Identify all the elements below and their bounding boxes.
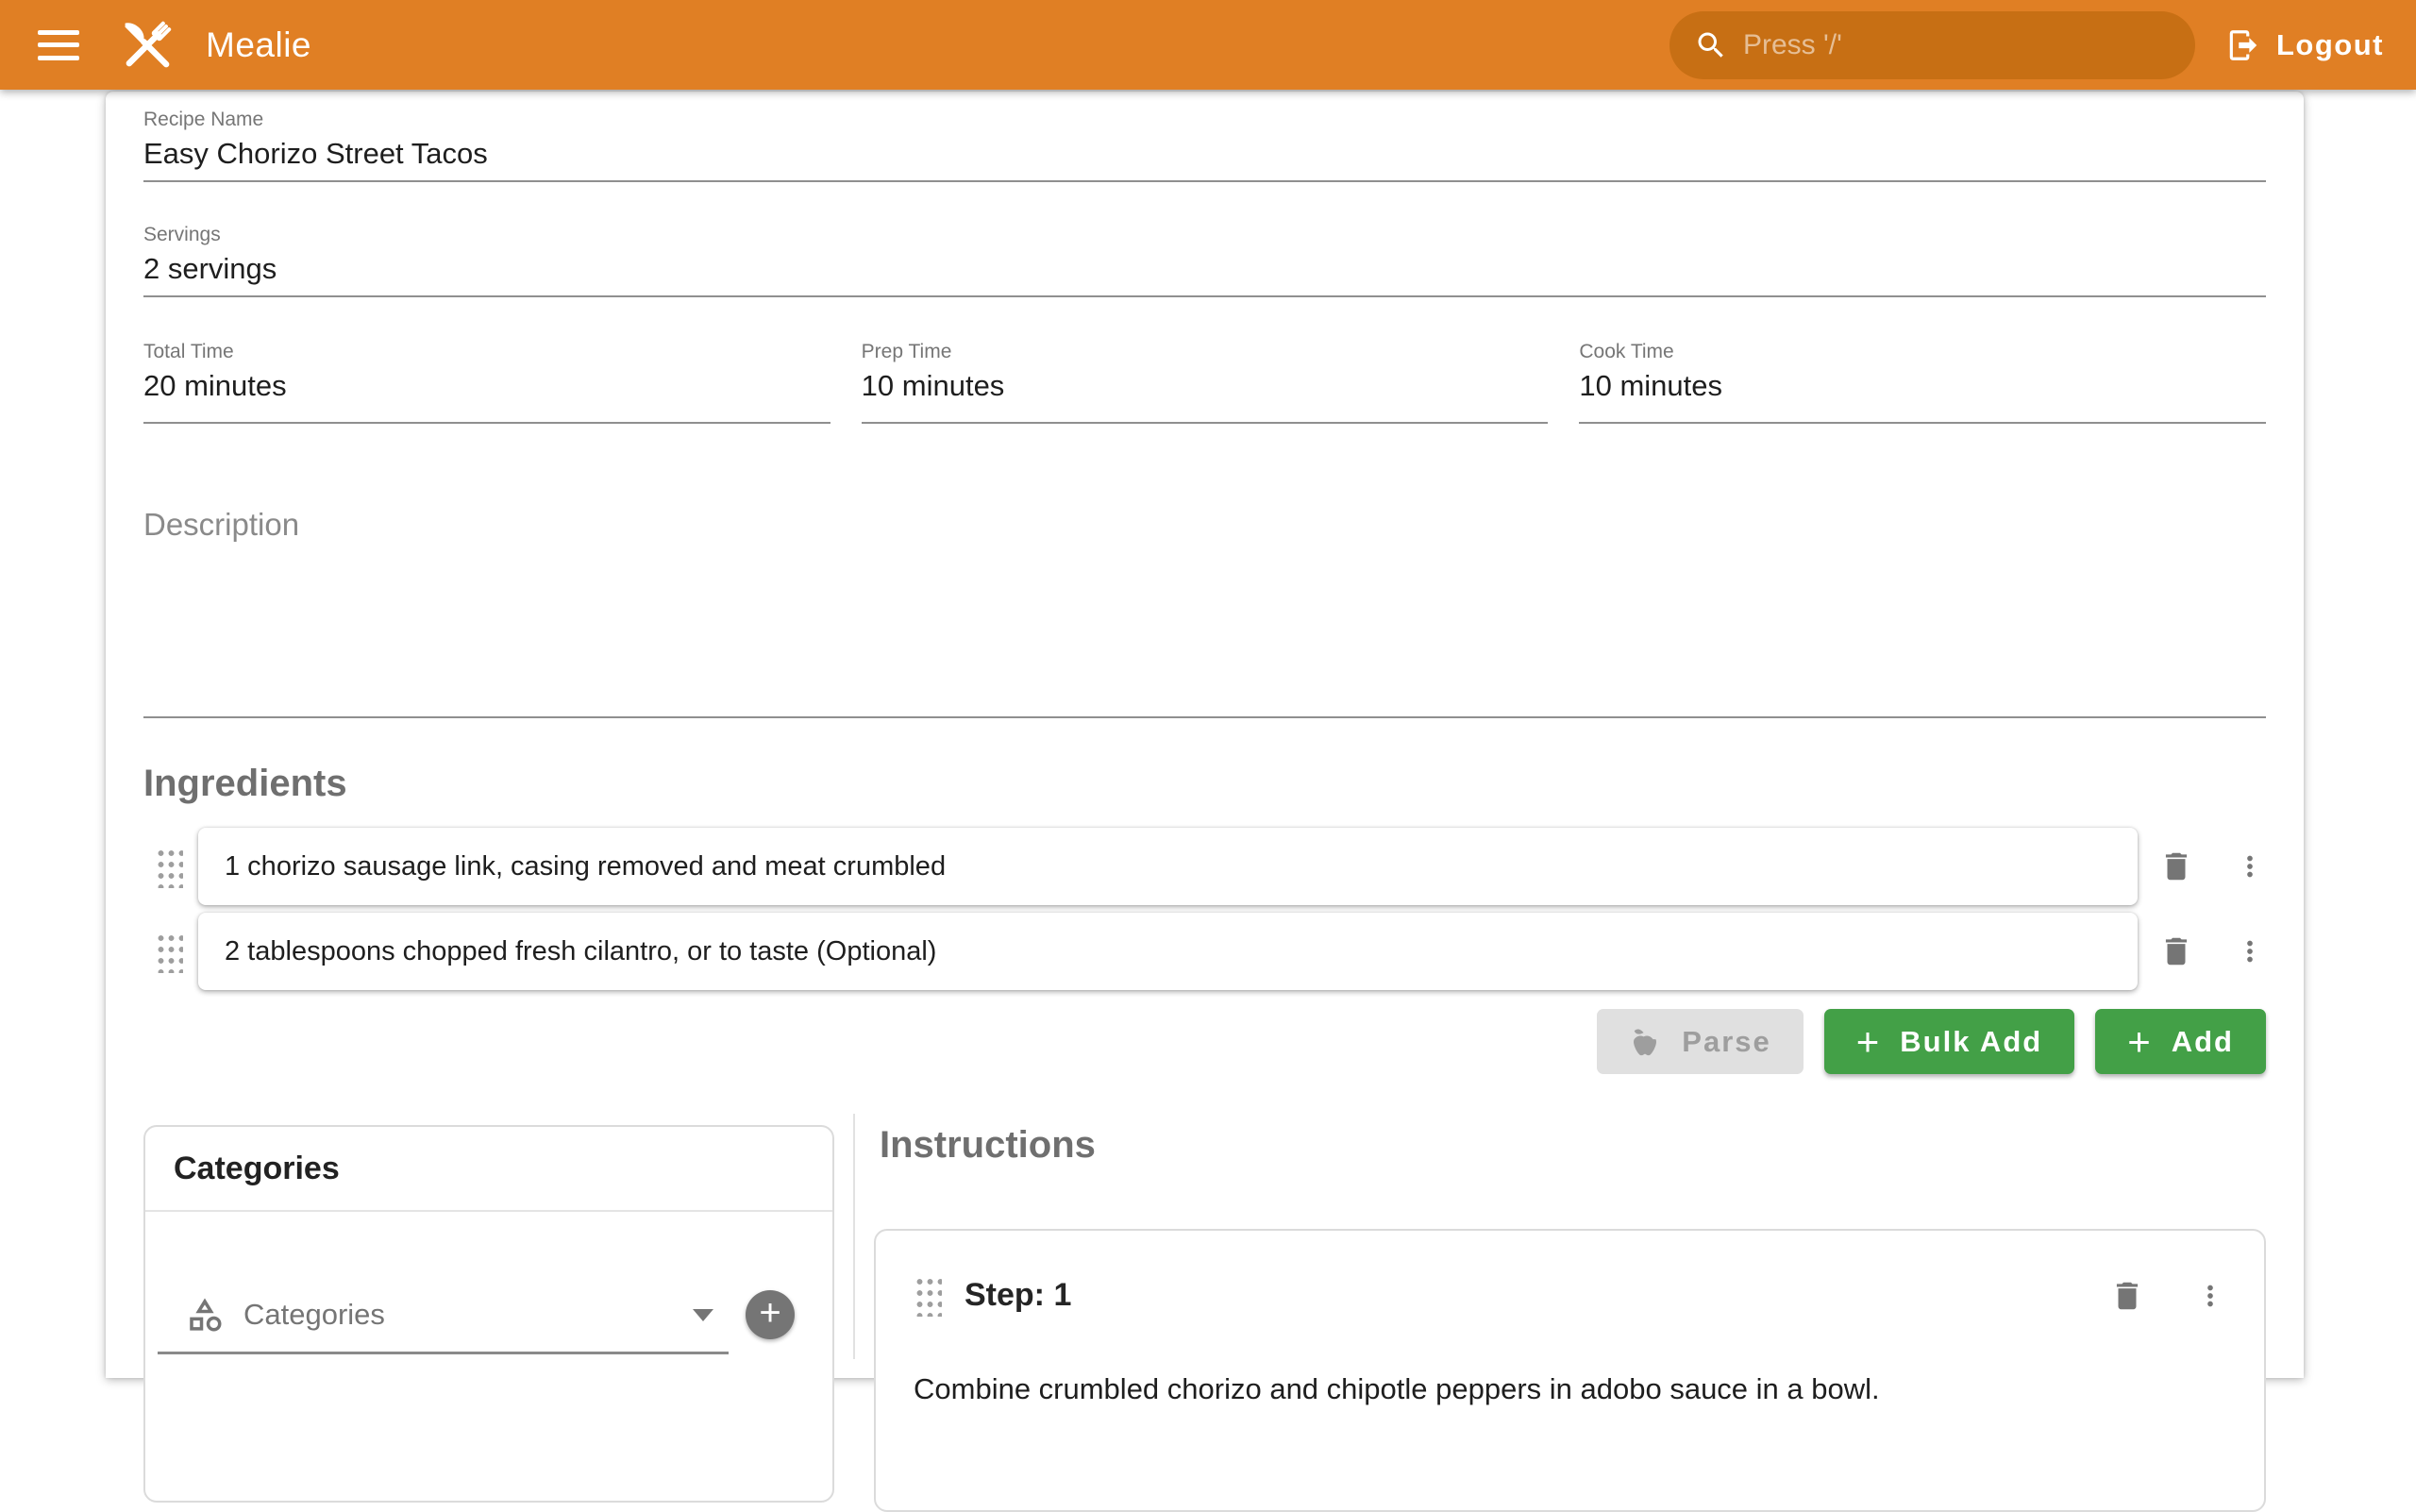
trash-icon: [2158, 933, 2194, 969]
bulk-add-label: Bulk Add: [1900, 1025, 2042, 1059]
ingredient-input[interactable]: [225, 936, 2111, 967]
description-textarea[interactable]: [143, 507, 2266, 718]
app-title: Mealie: [206, 25, 311, 65]
cook-time-field: Cook Time: [1579, 341, 2266, 424]
cook-time-input[interactable]: [1579, 363, 2266, 424]
search-input[interactable]: [1743, 29, 2171, 61]
plus-icon: +: [2127, 1022, 2153, 1062]
ingredient-actions: Parse + Bulk Add + Add: [143, 1009, 2266, 1074]
ingredient-list: [143, 828, 2266, 990]
divider: [145, 1210, 832, 1212]
step-header: Step: 1: [876, 1231, 2264, 1317]
delete-ingredient-button[interactable]: [2158, 848, 2194, 884]
instructions-heading: Instructions: [874, 1123, 2266, 1167]
instructions-column: Instructions Step: 1: [874, 1114, 2266, 1359]
step-title: Step: 1: [965, 1277, 1071, 1314]
plus-icon: +: [1856, 1022, 1882, 1062]
ingredient-menu-button[interactable]: [2234, 850, 2266, 882]
times-row: Total Time Prep Time Cook Time: [143, 341, 2266, 424]
servings-field: Servings: [143, 224, 2266, 297]
search-box[interactable]: [1669, 11, 2195, 79]
vertical-divider: [853, 1114, 855, 1359]
parse-label: Parse: [1682, 1025, 1770, 1059]
step-card: Step: 1 Combine crumbled chorizo and chi…: [874, 1229, 2266, 1512]
organizer-column: Categories +: [143, 1114, 849, 1359]
total-time-label: Total Time: [143, 341, 830, 363]
trash-icon: [2109, 1278, 2145, 1314]
trash-icon: [2158, 848, 2194, 884]
ingredient-row: [143, 913, 2266, 990]
bulk-add-button[interactable]: + Bulk Add: [1824, 1009, 2074, 1074]
categories-select: +: [145, 1289, 832, 1340]
recipe-name-input[interactable]: [143, 131, 2266, 182]
ingredient-card: [198, 828, 2138, 905]
dots-vertical-icon: [2194, 1280, 2226, 1312]
search-icon: [1694, 28, 1728, 62]
recipe-name-label: Recipe Name: [143, 109, 2266, 131]
prep-time-input[interactable]: [862, 363, 1549, 424]
ingredient-menu-button[interactable]: [2234, 935, 2266, 967]
logout-label: Logout: [2276, 28, 2384, 62]
ingredient-card: [198, 913, 2138, 990]
drag-handle-icon[interactable]: [155, 931, 183, 973]
servings-input[interactable]: [143, 246, 2266, 297]
cook-time-label: Cook Time: [1579, 341, 2266, 363]
add-button[interactable]: + Add: [2095, 1009, 2266, 1074]
dots-vertical-icon: [2234, 935, 2266, 967]
categories-title: Categories: [145, 1127, 832, 1187]
menu-icon[interactable]: [38, 30, 79, 60]
drag-handle-icon[interactable]: [914, 1274, 942, 1317]
ingredient-row: [143, 828, 2266, 905]
logout-button[interactable]: Logout: [2225, 27, 2384, 63]
step-menu-button[interactable]: [2194, 1280, 2226, 1312]
categories-card: Categories +: [143, 1125, 834, 1503]
servings-label: Servings: [143, 224, 2266, 246]
apple-icon: [1629, 1026, 1661, 1058]
delete-ingredient-button[interactable]: [2158, 933, 2194, 969]
mealie-logo-icon[interactable]: [113, 11, 181, 79]
bottom-section: Categories + Instructions Ste: [143, 1114, 2266, 1359]
select-underline: [158, 1352, 729, 1354]
delete-step-button[interactable]: [2109, 1278, 2145, 1314]
ingredient-input[interactable]: [225, 851, 2111, 882]
prep-time-field: Prep Time: [862, 341, 1549, 424]
categories-select-input[interactable]: [243, 1298, 693, 1332]
total-time-field: Total Time: [143, 341, 830, 424]
drag-handle-icon[interactable]: [155, 846, 183, 888]
app-header: Mealie Logout: [0, 0, 2416, 90]
prep-time-label: Prep Time: [862, 341, 1549, 363]
ingredients-heading: Ingredients: [143, 762, 2266, 805]
step-text[interactable]: Combine crumbled chorizo and chipotle pe…: [876, 1369, 2264, 1409]
logout-icon: [2225, 27, 2261, 63]
plus-icon: +: [759, 1294, 780, 1332]
parse-button[interactable]: Parse: [1597, 1009, 1803, 1074]
dots-vertical-icon: [2234, 850, 2266, 882]
recipe-name-field: Recipe Name: [143, 109, 2266, 182]
total-time-input[interactable]: [143, 363, 830, 424]
shapes-icon: [185, 1295, 225, 1335]
chevron-down-icon[interactable]: [693, 1309, 713, 1321]
add-label: Add: [2172, 1025, 2234, 1059]
recipe-editor-card: Recipe Name Servings Total Time Prep Tim…: [106, 92, 2304, 1378]
add-category-button[interactable]: +: [746, 1290, 795, 1339]
